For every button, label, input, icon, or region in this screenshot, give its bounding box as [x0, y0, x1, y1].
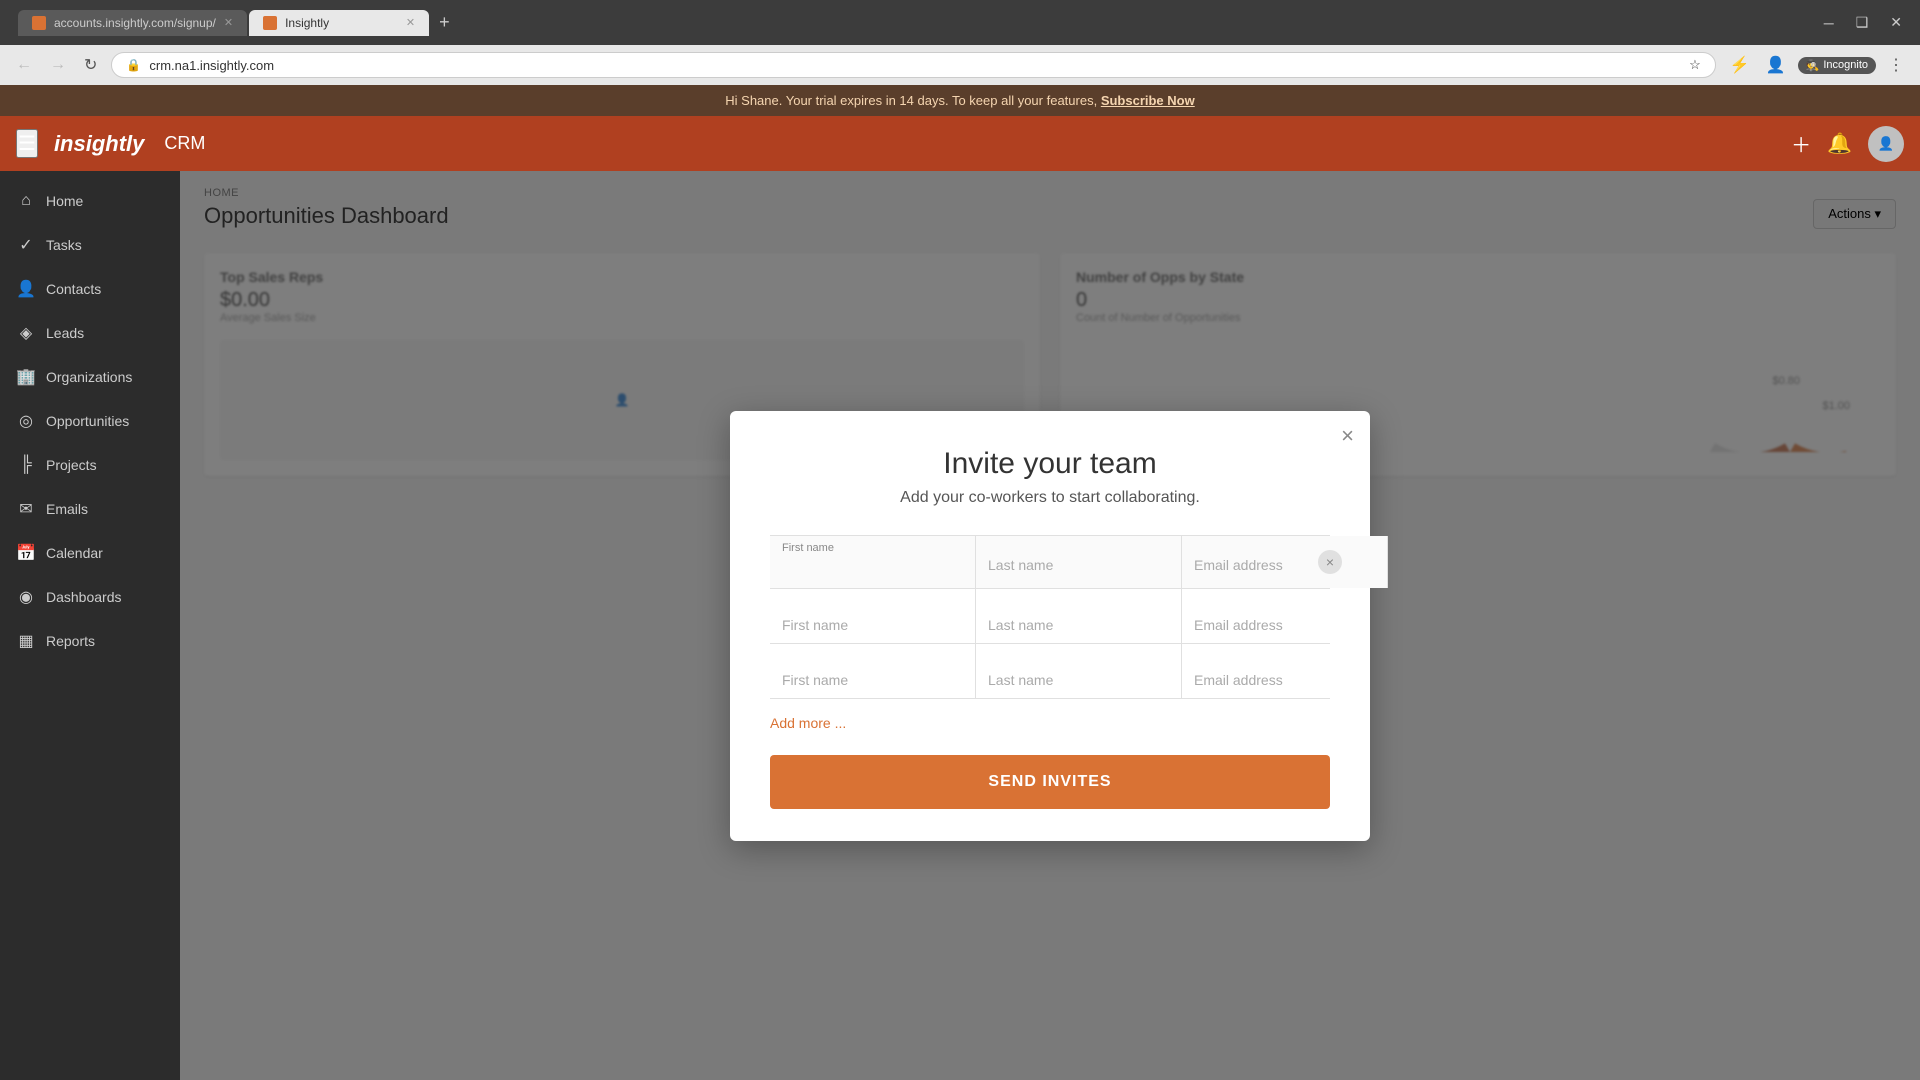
- sidebar-item-organizations-label: Organizations: [46, 369, 132, 385]
- sidebar-item-tasks[interactable]: ✓ Tasks: [0, 223, 180, 267]
- row2-email-input[interactable]: [1182, 589, 1387, 643]
- row1-label: First name: [782, 542, 834, 554]
- tab-close-2[interactable]: ✕: [406, 16, 415, 29]
- incognito-icon: 🕵: [1806, 59, 1820, 72]
- sidebar-item-leads-label: Leads: [46, 325, 84, 341]
- profile-button[interactable]: 👤: [1762, 51, 1790, 79]
- lock-icon: 🔒: [126, 58, 141, 72]
- modal-close-button[interactable]: ×: [1341, 425, 1354, 447]
- sidebar-item-calendar[interactable]: 📅 Calendar: [0, 531, 180, 575]
- modal-subtitle: Add your co-workers to start collaborati…: [770, 489, 1330, 507]
- tab-signup[interactable]: accounts.insightly.com/signup/ ✕: [18, 10, 247, 36]
- main-content: ⌂ Home ✓ Tasks 👤 Contacts ◈ Leads 🏢 Orga…: [0, 171, 1920, 1080]
- sidebar-item-dashboards-label: Dashboards: [46, 589, 122, 605]
- tab-close-1[interactable]: ✕: [224, 16, 233, 29]
- dashboards-icon: ◉: [16, 587, 36, 607]
- sidebar-item-reports[interactable]: ▦ Reports: [0, 619, 180, 663]
- address-actions: ⚡ 👤 🕵 Incognito ⋮: [1726, 51, 1908, 79]
- send-invites-button[interactable]: SEND INVITES: [770, 755, 1330, 809]
- modal-overlay[interactable]: × Invite your team Add your co-workers t…: [180, 171, 1920, 1080]
- incognito-badge: 🕵 Incognito: [1798, 57, 1876, 74]
- opportunities-icon: ◎: [16, 411, 36, 431]
- invite-form: First name ×: [770, 535, 1330, 699]
- sidebar-item-home[interactable]: ⌂ Home: [0, 179, 180, 223]
- header-actions: ＋ 🔔 👤: [1791, 126, 1904, 162]
- sidebar-item-leads[interactable]: ◈ Leads: [0, 311, 180, 355]
- logo: insightly: [54, 131, 144, 157]
- tab-label-1: accounts.insightly.com/signup/: [54, 16, 216, 30]
- invite-row-2: [770, 589, 1330, 644]
- row1-lastname-input[interactable]: [976, 536, 1182, 588]
- app-layout: Hi Shane. Your trial expires in 14 days.…: [0, 85, 1920, 1080]
- app-header: ☰ insightly CRM ＋ 🔔 👤: [0, 116, 1920, 171]
- modal-title: Invite your team: [770, 447, 1330, 481]
- sidebar-item-emails-label: Emails: [46, 501, 88, 517]
- user-avatar[interactable]: 👤: [1868, 126, 1904, 162]
- sidebar-item-organizations[interactable]: 🏢 Organizations: [0, 355, 180, 399]
- tab-label-2: Insightly: [285, 16, 329, 30]
- window-maximize-button[interactable]: ❑: [1848, 12, 1877, 33]
- sidebar: ⌂ Home ✓ Tasks 👤 Contacts ◈ Leads 🏢 Orga…: [0, 171, 180, 1080]
- organizations-icon: 🏢: [16, 367, 36, 387]
- invite-modal: × Invite your team Add your co-workers t…: [730, 411, 1370, 841]
- sidebar-item-projects[interactable]: ╠ Projects: [0, 443, 180, 487]
- add-more-link[interactable]: Add more ...: [770, 699, 846, 739]
- row1-email-input[interactable]: [1182, 536, 1388, 588]
- forward-button[interactable]: →: [46, 52, 70, 78]
- invite-row-1: First name ×: [770, 535, 1330, 589]
- sidebar-item-tasks-label: Tasks: [46, 237, 82, 253]
- sidebar-item-opportunities-label: Opportunities: [46, 413, 129, 429]
- extension-button[interactable]: ⚡: [1726, 51, 1754, 79]
- reports-icon: ▦: [16, 631, 36, 651]
- contacts-icon: 👤: [16, 279, 36, 299]
- row2-firstname-input[interactable]: [770, 589, 976, 643]
- refresh-button[interactable]: ↻: [80, 51, 101, 79]
- sidebar-item-dashboards[interactable]: ◉ Dashboards: [0, 575, 180, 619]
- sidebar-item-emails[interactable]: ✉ Emails: [0, 487, 180, 531]
- hamburger-button[interactable]: ☰: [16, 129, 38, 158]
- sidebar-item-calendar-label: Calendar: [46, 545, 103, 561]
- tasks-icon: ✓: [16, 235, 36, 255]
- row3-firstname-input[interactable]: [770, 644, 976, 698]
- row3-email-input[interactable]: [1182, 644, 1387, 698]
- new-tab-button[interactable]: +: [431, 12, 458, 33]
- browser-chrome: accounts.insightly.com/signup/ ✕ Insight…: [0, 0, 1920, 45]
- subscribe-link[interactable]: Subscribe Now: [1101, 93, 1195, 108]
- sidebar-item-projects-label: Projects: [46, 457, 97, 473]
- tab-bar: accounts.insightly.com/signup/ ✕ Insight…: [18, 10, 1808, 36]
- home-icon: ⌂: [16, 191, 36, 211]
- sidebar-item-contacts[interactable]: 👤 Contacts: [0, 267, 180, 311]
- trial-text: Hi Shane. Your trial expires in 14 days.…: [725, 93, 1097, 108]
- leads-icon: ◈: [16, 323, 36, 343]
- sidebar-item-home-label: Home: [46, 193, 83, 209]
- row3-lastname-input[interactable]: [976, 644, 1182, 698]
- crm-label: CRM: [164, 133, 205, 154]
- trial-banner: Hi Shane. Your trial expires in 14 days.…: [0, 85, 1920, 116]
- url-text: crm.na1.insightly.com: [149, 58, 1681, 73]
- back-button[interactable]: ←: [12, 52, 36, 78]
- calendar-icon: 📅: [16, 543, 36, 563]
- sidebar-item-reports-label: Reports: [46, 633, 95, 649]
- notification-button[interactable]: 🔔: [1827, 131, 1852, 156]
- tab-insightly[interactable]: Insightly ✕: [249, 10, 429, 36]
- invite-row-3: [770, 644, 1330, 699]
- menu-button[interactable]: ⋮: [1884, 51, 1908, 79]
- add-button[interactable]: ＋: [1791, 129, 1811, 158]
- projects-icon: ╠: [16, 455, 36, 475]
- incognito-label: Incognito: [1823, 59, 1868, 71]
- sidebar-item-opportunities[interactable]: ◎ Opportunities: [0, 399, 180, 443]
- page-content: HOME Opportunities Dashboard Actions ▾ T…: [180, 171, 1920, 1080]
- url-bar[interactable]: 🔒 crm.na1.insightly.com ☆: [111, 52, 1715, 78]
- star-icon: ☆: [1689, 57, 1701, 73]
- tab-favicon-1: [32, 16, 46, 30]
- window-controls: ─ ❑ ✕: [1816, 12, 1910, 33]
- address-bar: ← → ↻ 🔒 crm.na1.insightly.com ☆ ⚡ 👤 🕵 In…: [0, 45, 1920, 85]
- tab-favicon-2: [263, 16, 277, 30]
- emails-icon: ✉: [16, 499, 36, 519]
- row1-clear-button[interactable]: ×: [1318, 550, 1342, 574]
- window-close-button[interactable]: ✕: [1882, 12, 1910, 33]
- window-minimize-button[interactable]: ─: [1816, 13, 1842, 33]
- sidebar-item-contacts-label: Contacts: [46, 281, 101, 297]
- row2-lastname-input[interactable]: [976, 589, 1182, 643]
